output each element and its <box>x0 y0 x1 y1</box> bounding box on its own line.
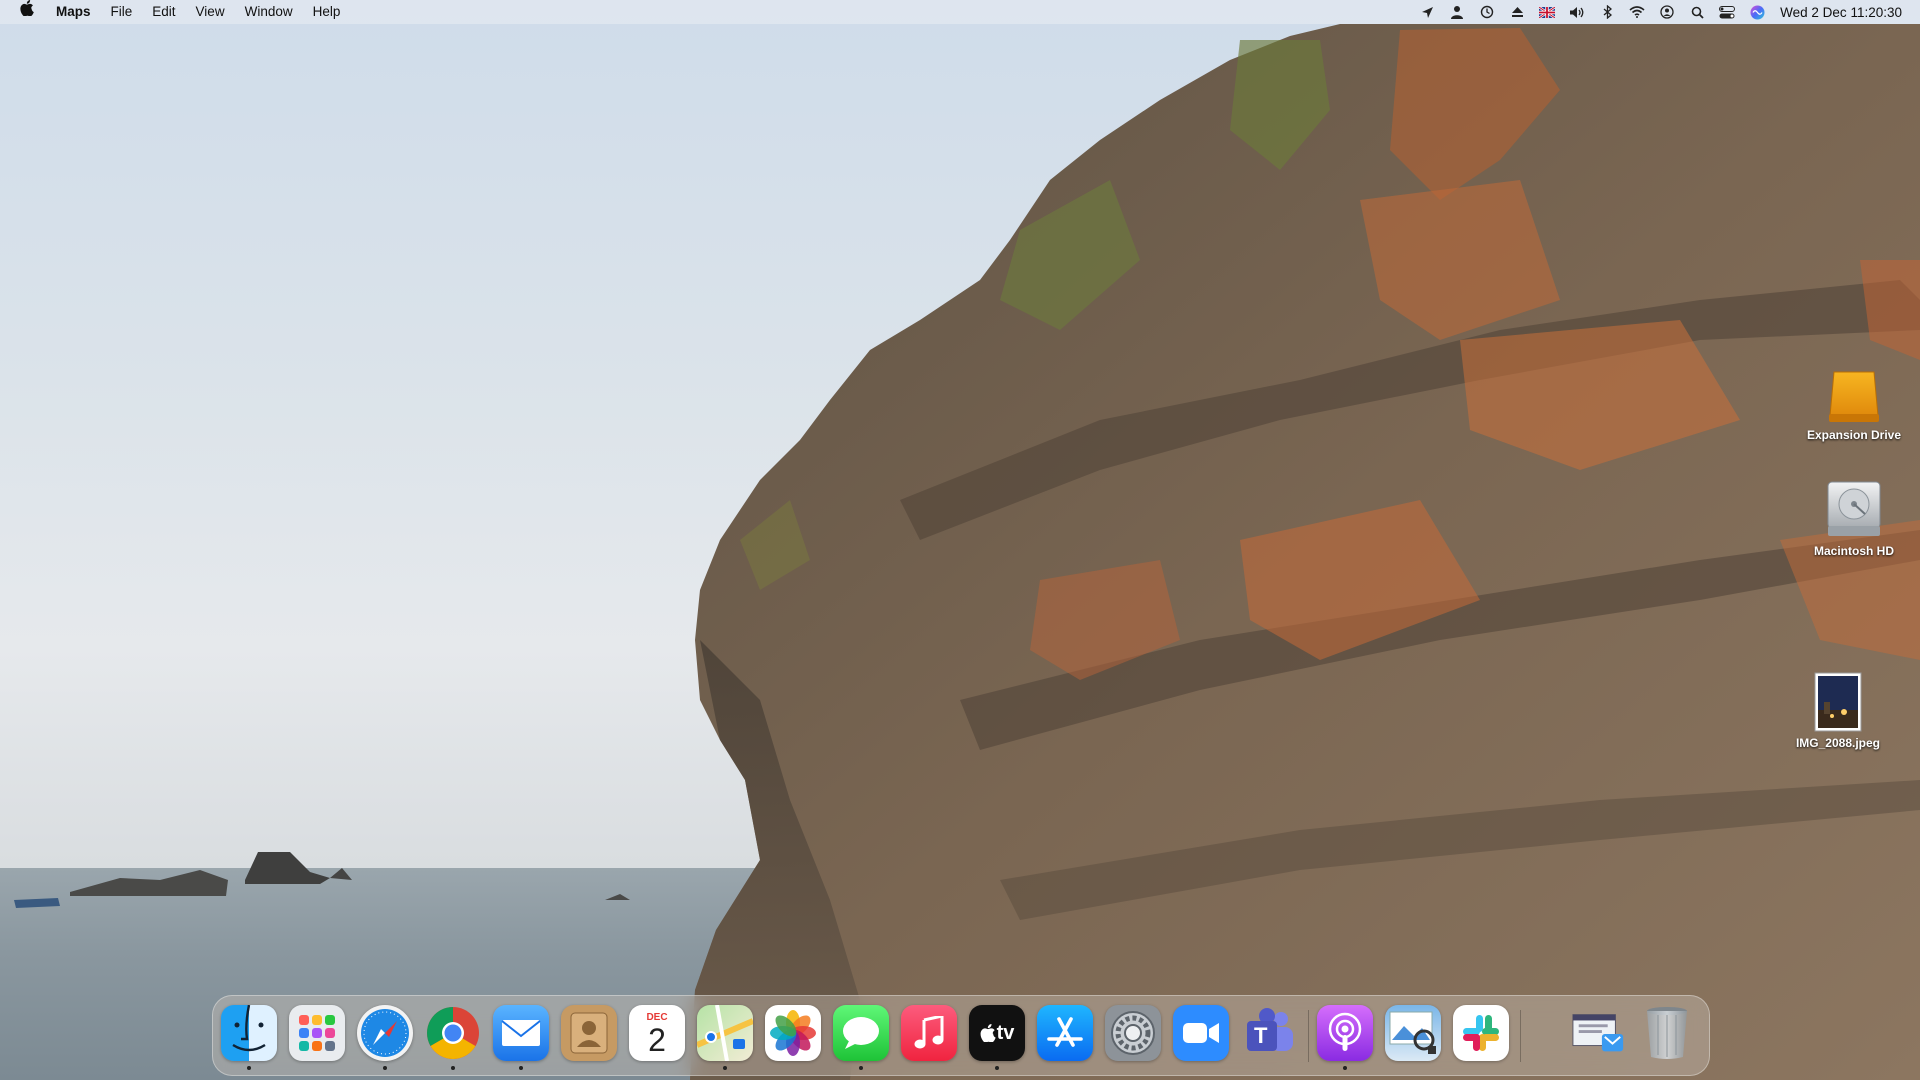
running-indicator <box>383 1066 387 1070</box>
search-icon[interactable] <box>1682 0 1712 24</box>
menu-clock[interactable]: Wed 2 Dec 11:20:30 <box>1772 5 1902 20</box>
calendar-month: DEC <box>646 1011 668 1023</box>
running-indicator <box>519 1066 523 1070</box>
dock: DEC 2 tv T <box>212 995 1710 1076</box>
safari-icon[interactable] <box>357 1005 413 1061</box>
messages-icon[interactable] <box>833 1005 889 1061</box>
bluetooth-icon[interactable] <box>1592 0 1622 24</box>
tv-label: tv <box>996 1021 1015 1044</box>
zoom-icon[interactable] <box>1173 1005 1229 1061</box>
desktop-item-img-2088[interactable]: IMG_2088.jpeg <box>1778 672 1898 750</box>
apple-menu-icon[interactable] <box>0 0 46 24</box>
menu-app-name[interactable]: Maps <box>46 0 101 24</box>
running-indicator <box>247 1066 251 1070</box>
app-store-icon[interactable] <box>1037 1005 1093 1061</box>
desktop-item-expansion-drive[interactable]: Expansion Drive <box>1794 370 1914 442</box>
desktop[interactable]: Maps File Edit View Window Help Wed 2 De… <box>0 0 1920 1080</box>
dock-separator <box>1520 1010 1521 1062</box>
chrome-icon[interactable] <box>425 1005 481 1061</box>
running-indicator <box>723 1066 727 1070</box>
maps-icon[interactable] <box>697 1005 753 1061</box>
running-indicator <box>859 1066 863 1070</box>
running-indicator <box>451 1066 455 1070</box>
launchpad-icon[interactable] <box>289 1005 345 1061</box>
location-arrow-icon[interactable] <box>1412 0 1442 24</box>
siri-icon[interactable] <box>1742 0 1772 24</box>
contacts-icon[interactable] <box>561 1005 617 1061</box>
desktop-item-label: IMG_2088.jpeg <box>1795 736 1881 750</box>
finder-icon[interactable] <box>221 1005 277 1061</box>
dock-separator <box>1308 1010 1309 1062</box>
volume-icon[interactable] <box>1562 0 1592 24</box>
hard-drive-icon <box>1827 481 1881 536</box>
desktop-item-label: Expansion Drive <box>1806 428 1902 442</box>
music-icon[interactable] <box>901 1005 957 1061</box>
teams-icon[interactable]: T <box>1241 1005 1297 1061</box>
menu-bar: Maps File Edit View Window Help Wed 2 De… <box>0 0 1920 24</box>
podcasts-icon[interactable] <box>1317 1005 1373 1061</box>
eject-icon[interactable] <box>1502 0 1532 24</box>
desktop-item-label: Macintosh HD <box>1813 544 1894 558</box>
wallpaper-cliff <box>14 24 1920 1080</box>
running-indicator <box>995 1066 999 1070</box>
user-circle-icon[interactable] <box>1652 0 1682 24</box>
preview-icon[interactable] <box>1385 1005 1441 1061</box>
time-machine-icon[interactable] <box>1472 0 1502 24</box>
menu-view[interactable]: View <box>186 0 235 24</box>
menu-window[interactable]: Window <box>235 0 303 24</box>
menu-edit[interactable]: Edit <box>142 0 185 24</box>
menu-file[interactable]: File <box>101 0 143 24</box>
slack-icon[interactable] <box>1453 1005 1509 1061</box>
uk-flag-icon[interactable] <box>1532 0 1562 24</box>
external-drive-icon <box>1829 371 1879 422</box>
user-icon[interactable] <box>1442 0 1472 24</box>
photos-icon[interactable] <box>765 1005 821 1061</box>
calendar-day: 2 <box>648 1021 666 1058</box>
status-area: Wed 2 Dec 11:20:30 <box>1412 0 1902 24</box>
desktop-item-macintosh-hd[interactable]: Macintosh HD <box>1794 480 1914 558</box>
wifi-icon[interactable] <box>1622 0 1652 24</box>
running-indicator <box>1343 1066 1347 1070</box>
control-center-icon[interactable] <box>1712 0 1742 24</box>
system-preferences-icon[interactable] <box>1105 1005 1161 1061</box>
calendar-icon[interactable]: DEC 2 <box>629 1005 685 1061</box>
tv-icon[interactable]: tv <box>969 1005 1025 1061</box>
downloads-stack-icon[interactable] <box>1571 1005 1627 1061</box>
teams-label: T <box>1254 1023 1268 1048</box>
image-file-icon <box>1814 672 1862 732</box>
menu-help[interactable]: Help <box>303 0 351 24</box>
trash-icon[interactable] <box>1639 1005 1695 1061</box>
mail-icon[interactable] <box>493 1005 549 1061</box>
